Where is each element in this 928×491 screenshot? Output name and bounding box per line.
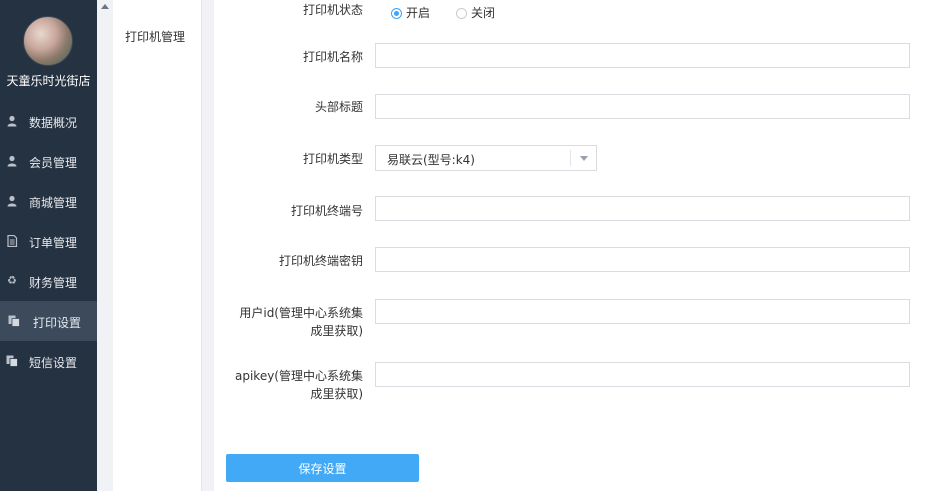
sidebar-item-label: 财务管理 xyxy=(29,276,78,290)
header-title-field[interactable] xyxy=(375,94,910,119)
status-off-radio[interactable] xyxy=(456,8,468,19)
chevron-down-icon[interactable] xyxy=(580,156,588,161)
save-settings-button[interactable]: 保存设置 xyxy=(226,454,419,482)
printer-type-value: 易联云(型号:k4) xyxy=(387,153,475,167)
printer-name-field[interactable] xyxy=(375,43,910,68)
user-id-field[interactable] xyxy=(375,299,910,324)
sidebar-item-mall[interactable]: 商城管理 xyxy=(0,181,97,221)
user-id-label: 用户id(管理中心系统集成里获取) xyxy=(239,306,363,338)
terminal-key-label: 打印机终端密钥 xyxy=(278,254,363,268)
status-on-radio[interactable] xyxy=(391,8,402,19)
status-off-label[interactable]: 关闭 xyxy=(471,6,495,20)
sidebar-item-data-overview[interactable]: 数据概况 xyxy=(0,101,97,141)
sidebar-item-sms-settings[interactable]: 短信设置 xyxy=(0,341,97,381)
apikey-label: apikey(管理中心系统集成里获取) xyxy=(235,369,363,401)
sidebar-item-finance[interactable]: ♻ 财务管理 xyxy=(0,261,97,301)
terminal-no-label: 打印机终端号 xyxy=(290,204,363,218)
apikey-field[interactable] xyxy=(375,362,910,387)
printer-type-label: 打印机类型 xyxy=(302,152,363,166)
shop-name: 天童乐时光街店 xyxy=(6,74,91,88)
sidebar-item-members[interactable]: 会员管理 xyxy=(0,141,97,181)
status-label: 打印机状态 xyxy=(302,3,363,17)
header-title-label: 头部标题 xyxy=(314,100,363,114)
user-icon xyxy=(6,155,18,167)
status-on-label[interactable]: 开启 xyxy=(406,6,430,20)
sidebar-item-print-settings[interactable]: 打印设置 xyxy=(0,301,97,341)
sidebar-item-label: 订单管理 xyxy=(29,236,78,250)
terminal-no-field[interactable] xyxy=(375,196,910,221)
sidebar-item-orders[interactable]: 订单管理 xyxy=(0,221,97,261)
sidebar-item-label: 商城管理 xyxy=(29,196,78,210)
sidebar-item-label: 数据概况 xyxy=(29,116,78,130)
printer-type-select[interactable]: 易联云(型号:k4) xyxy=(375,145,597,171)
terminal-key-field[interactable] xyxy=(375,247,910,272)
user-icon xyxy=(6,195,18,207)
printer-name-label: 打印机名称 xyxy=(302,50,363,64)
document-icon xyxy=(6,234,18,248)
sidebar-item-label: 短信设置 xyxy=(29,356,78,370)
recycle-icon: ♻ xyxy=(7,274,17,287)
submenu-item-printer-management[interactable]: 打印机管理 xyxy=(125,28,185,45)
avatar[interactable] xyxy=(23,16,73,66)
sidebar-item-label: 会员管理 xyxy=(29,156,78,170)
submenu: 打印机管理 xyxy=(113,0,202,491)
sidebar: 天童乐时光街店 数据概况 会员管理 商城管理 订单管理 ♻ 财务管理 打印设置 xyxy=(0,0,97,491)
status-radio-group: 开启 关闭 xyxy=(391,4,519,21)
sidebar-item-label: 打印设置 xyxy=(33,316,82,330)
copy-icon xyxy=(6,355,18,367)
select-divider xyxy=(570,150,571,166)
copy-icon xyxy=(8,315,20,327)
caret-up-icon[interactable] xyxy=(101,4,109,9)
content-gutter xyxy=(202,0,214,491)
user-icon xyxy=(6,115,18,127)
sidebar-scrollbar[interactable] xyxy=(97,0,113,491)
